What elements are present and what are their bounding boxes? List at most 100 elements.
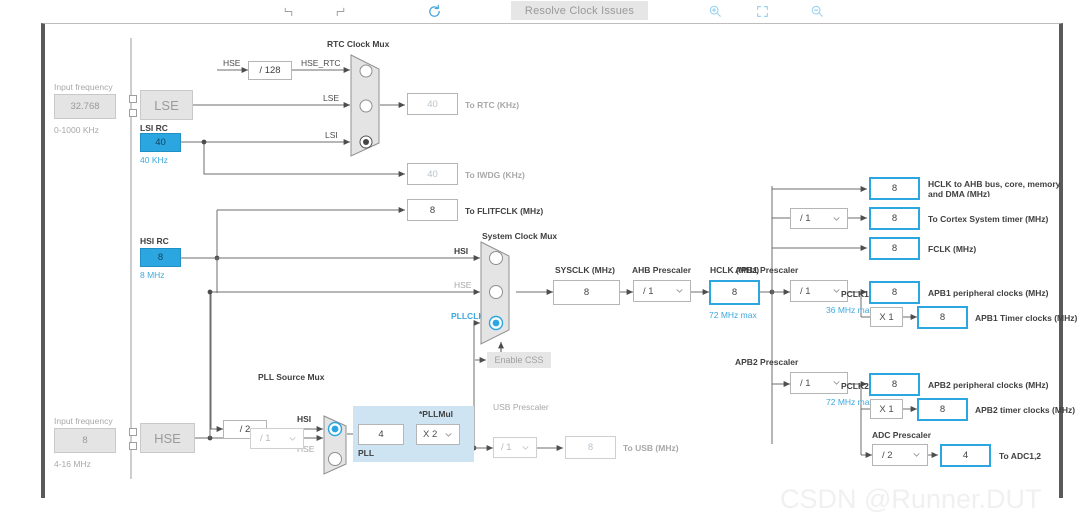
apb1-max-label: 36 MHz max bbox=[826, 305, 874, 315]
rtc-clock-mux-shape[interactable] bbox=[349, 53, 383, 158]
usb-prescaler-value: / 1 bbox=[501, 442, 512, 453]
to-usb-value[interactable]: 8 bbox=[565, 436, 616, 459]
to-adc-value[interactable]: 4 bbox=[940, 444, 991, 467]
lse-input-frequency-label: Input frequency bbox=[54, 82, 113, 92]
sysclk-label: SYSCLK (MHz) bbox=[555, 265, 615, 275]
pllmul-select[interactable]: X 2 bbox=[416, 424, 460, 445]
lse-range-label: 0-1000 KHz bbox=[54, 125, 99, 135]
pllmul-label: *PLLMul bbox=[419, 409, 453, 419]
chevron-down-icon bbox=[676, 289, 683, 293]
apb1-prescaler-select[interactable]: / 1 bbox=[790, 280, 848, 302]
rtc-clock-mux-title: RTC Clock Mux bbox=[327, 39, 390, 49]
ahb-prescaler-select[interactable]: / 1 bbox=[633, 280, 691, 302]
zoom-in-icon[interactable] bbox=[701, 0, 729, 22]
apb2-max-label: 72 MHz max bbox=[826, 397, 874, 407]
watermark-text: CSDN @Runner.DUT bbox=[780, 484, 1042, 514]
usb-prescaler-select[interactable]: / 1 bbox=[493, 437, 537, 458]
pll-mux-hsi-label: HSI bbox=[297, 414, 312, 424]
apb2-timer-label: APB2 timer clocks (MHz) bbox=[975, 405, 1076, 415]
hse-pin-bottom bbox=[129, 442, 137, 450]
clock-configuration-canvas[interactable]: Input frequency 32.768 0-1000 KHz LSE LS… bbox=[41, 23, 1077, 514]
to-rtc-value[interactable]: 40 bbox=[407, 93, 458, 115]
chevron-down-icon bbox=[833, 216, 840, 221]
hsi-rc-unit: 8 MHz bbox=[140, 270, 165, 280]
chevron-down-icon bbox=[833, 289, 840, 293]
pll-block-label: PLL bbox=[358, 448, 375, 458]
enable-css-button[interactable]: Enable CSS bbox=[487, 352, 551, 368]
redo-icon[interactable] bbox=[326, 0, 354, 22]
pll-source-mux-title: PLL Source Mux bbox=[258, 372, 325, 382]
apb2-timer-value[interactable]: 8 bbox=[917, 398, 968, 421]
pclk2-label: PCLK2 bbox=[841, 381, 869, 391]
cortex-timer-value[interactable]: 8 bbox=[869, 207, 920, 230]
hclk-ahb-value[interactable]: 8 bbox=[869, 177, 920, 200]
adc-prescaler-label: ADC Prescaler bbox=[872, 430, 932, 440]
adc-prescaler-select[interactable]: / 2 bbox=[872, 444, 928, 466]
lsi-rc-unit: 40 KHz bbox=[140, 155, 168, 165]
rtc-hse-rtc-label: HSE_RTC bbox=[301, 58, 341, 68]
hsi-rc-value[interactable]: 8 bbox=[140, 248, 181, 267]
system-clock-mux-shape[interactable] bbox=[479, 240, 517, 346]
apb2-periph-label: APB2 peripheral clocks (MHz) bbox=[928, 380, 1049, 390]
hse-prescaler-value: / 1 bbox=[260, 433, 271, 444]
chevron-down-icon bbox=[445, 432, 452, 437]
zoom-out-icon[interactable] bbox=[803, 0, 831, 22]
lsi-rc-title: LSI RC bbox=[140, 123, 168, 133]
refresh-icon[interactable] bbox=[420, 0, 448, 22]
chevron-down-icon bbox=[289, 436, 296, 441]
lse-pin-top bbox=[129, 95, 137, 103]
rtc-lsi-label: LSI bbox=[325, 130, 338, 140]
system-mux-hse-label: HSE bbox=[454, 280, 472, 290]
resolve-clock-issues-button[interactable]: Resolve Clock Issues bbox=[511, 1, 648, 20]
apb2-timer-multiplier[interactable]: X 1 bbox=[870, 399, 903, 419]
chevron-down-icon bbox=[913, 453, 920, 457]
lse-input-frequency-field[interactable]: 32.768 bbox=[54, 94, 116, 119]
hse-oscillator-block[interactable]: HSE bbox=[140, 423, 195, 453]
fit-screen-icon[interactable] bbox=[748, 0, 776, 22]
fclk-label: FCLK (MHz) bbox=[928, 244, 977, 254]
hse-input-frequency-field[interactable]: 8 bbox=[54, 428, 116, 453]
cortex-prescaler-select[interactable]: / 1 bbox=[790, 208, 848, 229]
lsi-rc-value[interactable]: 40 bbox=[140, 133, 181, 152]
apb1-timer-value[interactable]: 8 bbox=[917, 306, 968, 329]
rtc-hse-label: HSE bbox=[223, 58, 241, 68]
to-usb-label: To USB (MHz) bbox=[623, 443, 679, 453]
system-mux-hsi-label: HSI bbox=[454, 246, 469, 256]
to-adc-label: To ADC1,2 bbox=[999, 451, 1042, 461]
fclk-value[interactable]: 8 bbox=[869, 237, 920, 260]
wire-layer bbox=[130, 38, 938, 479]
apb2-prescaler-select[interactable]: / 1 bbox=[790, 372, 848, 394]
rtc-lse-label: LSE bbox=[323, 93, 340, 103]
apb2-periph-value[interactable]: 8 bbox=[869, 373, 920, 396]
apb1-periph-value[interactable]: 8 bbox=[869, 281, 920, 304]
rtc-hse-divider[interactable]: / 128 bbox=[248, 61, 292, 80]
pclk1-label: PCLK1 bbox=[841, 289, 869, 299]
apb1-timer-multiplier[interactable]: X 1 bbox=[870, 307, 903, 327]
toolbar: Resolve Clock Issues bbox=[0, 0, 1080, 22]
hclk-ahb-label: HCLK to AHB bus, core, memory and DMA (M… bbox=[928, 179, 1061, 197]
chevron-down-icon bbox=[833, 381, 840, 385]
hsi-rc-title: HSI RC bbox=[140, 236, 169, 246]
cortex-prescaler-value: / 1 bbox=[800, 213, 811, 224]
hclk-max-label: 72 MHz max bbox=[709, 310, 757, 320]
lse-pin-bottom bbox=[129, 109, 137, 117]
hse-pin-top bbox=[129, 428, 137, 436]
apb1-periph-label: APB1 peripheral clocks (MHz) bbox=[928, 288, 1049, 298]
usb-prescaler-label: USB Prescaler bbox=[493, 402, 549, 412]
sysclk-value[interactable]: 8 bbox=[553, 280, 620, 305]
pll-source-mux-shape[interactable] bbox=[322, 414, 352, 476]
hclk-value[interactable]: 8 bbox=[709, 280, 760, 305]
pll-division-factor[interactable]: 4 bbox=[358, 424, 404, 445]
hse-range-label: 4-16 MHz bbox=[54, 459, 91, 469]
to-flitfclk-value[interactable]: 8 bbox=[407, 199, 458, 221]
ahb-prescaler-value: / 1 bbox=[643, 285, 654, 297]
to-iwdg-value[interactable]: 40 bbox=[407, 163, 458, 185]
pllmul-value: X 2 bbox=[423, 429, 438, 440]
hse-prescaler-select[interactable]: / 1 bbox=[250, 428, 304, 449]
apb1-prescaler-value: / 1 bbox=[800, 285, 811, 297]
lse-oscillator-block[interactable]: LSE bbox=[140, 90, 193, 120]
chevron-down-icon bbox=[522, 445, 529, 450]
undo-icon[interactable] bbox=[274, 0, 302, 22]
apb1-prescaler-label: APB1 Prescaler bbox=[735, 265, 799, 275]
ahb-prescaler-label: AHB Prescaler bbox=[632, 265, 692, 275]
